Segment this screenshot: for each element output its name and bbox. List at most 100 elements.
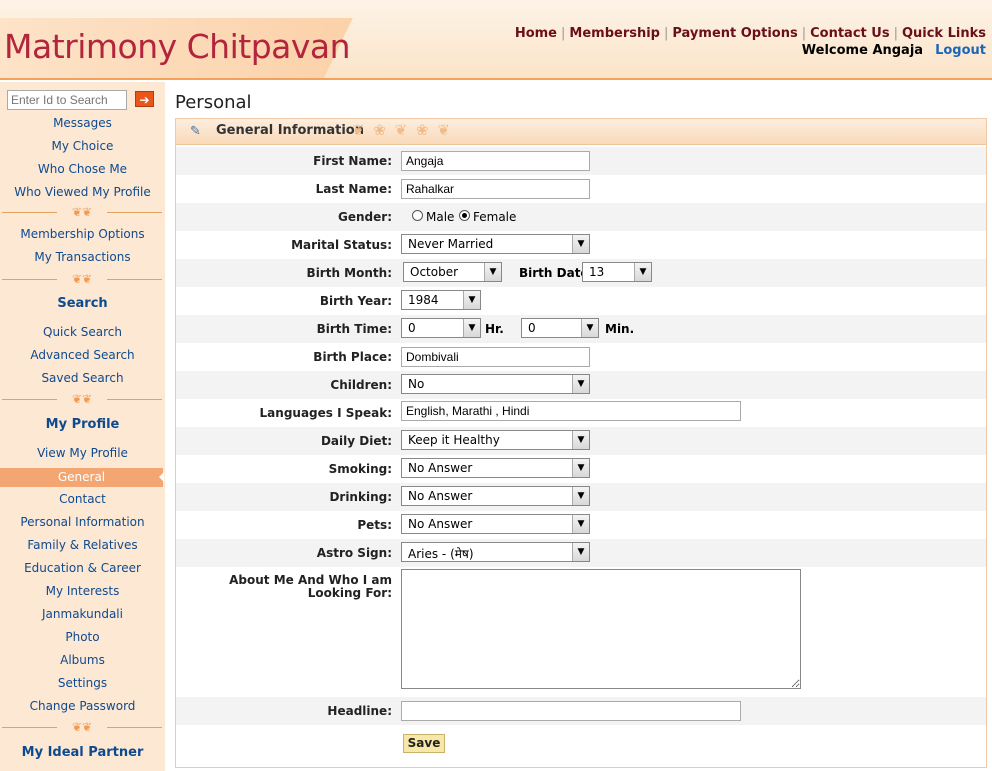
astro-sign-select[interactable]: Aries - (मेष) ▼ <box>401 542 590 562</box>
languages-input[interactable] <box>401 401 741 421</box>
birth-hour-select[interactable]: 0 ▼ <box>401 318 481 338</box>
nav-payment-options[interactable]: Payment Options <box>672 26 797 41</box>
sidebar-item-general[interactable]: General <box>0 468 164 487</box>
languages-label: Languages I Speak: <box>259 406 392 420</box>
drinking-select[interactable]: No Answer ▼ <box>401 486 590 506</box>
marital-status-select[interactable]: Never Married ▼ <box>401 234 590 254</box>
row-birth-time: Birth Time: 0 ▼ Hr. 0 ▼ Min. <box>176 315 986 343</box>
row-drinking: Drinking: No Answer ▼ <box>176 483 986 511</box>
birth-date-select[interactable]: 13 ▼ <box>582 262 652 282</box>
row-gender: Gender: Male Female <box>176 203 986 231</box>
pets-label: Pets: <box>357 518 392 532</box>
nav-home[interactable]: Home <box>515 26 557 41</box>
sidebar-item-personal-information[interactable]: Personal Information <box>0 515 165 529</box>
nav-contact-us[interactable]: Contact Us <box>810 26 889 41</box>
birth-month-label: Birth Month: <box>306 266 392 280</box>
sidebar-item-family-relatives[interactable]: Family & Relatives <box>0 538 165 552</box>
birth-month-select[interactable]: October ▼ <box>403 262 502 282</box>
children-label: Children: <box>330 378 392 392</box>
row-languages: Languages I Speak: <box>176 399 986 427</box>
birth-place-input[interactable] <box>401 347 590 367</box>
chevron-down-icon: ▼ <box>572 515 589 533</box>
sidebar: ➔ Messages My Choice Who Chose Me Who Vi… <box>0 82 165 771</box>
birth-minute-value: 0 <box>528 321 536 335</box>
sidebar-item-my-choice[interactable]: My Choice <box>0 139 165 153</box>
pets-select[interactable]: No Answer ▼ <box>401 514 590 534</box>
chevron-down-icon: ▼ <box>572 235 589 253</box>
birth-hour-value: 0 <box>408 321 416 335</box>
children-value: No <box>408 377 425 391</box>
sidebar-item-photo[interactable]: Photo <box>0 630 165 644</box>
marital-status-value: Never Married <box>408 237 494 251</box>
gender-female-label: Female <box>473 210 517 224</box>
row-about-me: About Me And Who I am Looking For: <box>176 567 986 695</box>
first-name-input[interactable] <box>401 151 590 171</box>
sidebar-item-my-interests[interactable]: My Interests <box>0 584 165 598</box>
sidebar-heading-search: Search <box>57 296 108 311</box>
user-edit-icon: ✎ <box>190 124 201 139</box>
sidebar-item-advanced-search[interactable]: Advanced Search <box>0 348 165 362</box>
smoking-select[interactable]: No Answer ▼ <box>401 458 590 478</box>
daily-diet-value: Keep it Healthy <box>408 433 500 447</box>
save-button[interactable]: Save <box>403 734 445 753</box>
last-name-label: Last Name: <box>315 182 392 196</box>
sidebar-item-education-career[interactable]: Education & Career <box>0 561 165 575</box>
sidebar-item-saved-search[interactable]: Saved Search <box>0 371 165 385</box>
children-select[interactable]: No ▼ <box>401 374 590 394</box>
sidebar-divider: ❦❦ <box>2 272 162 286</box>
sidebar-item-messages[interactable]: Messages <box>0 116 165 130</box>
daily-diet-select[interactable]: Keep it Healthy ▼ <box>401 430 590 450</box>
row-marital-status: Marital Status: Never Married ▼ <box>176 231 986 259</box>
heart-ornament-icon: ❦❦ <box>71 392 93 406</box>
sidebar-item-who-chose-me[interactable]: Who Chose Me <box>0 162 165 176</box>
panel-title: General Information <box>216 123 364 138</box>
drinking-value: No Answer <box>408 489 473 503</box>
sidebar-heading-ideal-partner[interactable]: My Ideal Partner <box>0 745 165 760</box>
sidebar-divider: ❦❦ <box>2 205 162 219</box>
birth-year-value: 1984 <box>408 293 439 307</box>
id-search-input[interactable] <box>7 90 127 110</box>
gender-male-radio[interactable] <box>412 210 423 221</box>
sidebar-item-janmakundali[interactable]: Janmakundali <box>0 607 165 621</box>
row-birth-place: Birth Place: <box>176 343 986 371</box>
site-logo[interactable]: Matrimony Chitpavan <box>4 27 351 66</box>
sidebar-item-settings[interactable]: Settings <box>0 676 165 690</box>
nav-separator: | <box>893 26 898 41</box>
chevron-down-icon: ▼ <box>572 375 589 393</box>
welcome-area: Welcome Angaja Logout <box>802 43 986 58</box>
sidebar-item-my-transactions[interactable]: My Transactions <box>0 250 165 264</box>
top-nav: Home | Membership | Payment Options | Contact … <box>515 26 986 41</box>
pets-value: No Answer <box>408 517 473 531</box>
arrow-right-icon: ➔ <box>139 93 150 107</box>
sidebar-item-view-my-profile[interactable]: View My Profile <box>0 446 165 460</box>
sidebar-item-albums[interactable]: Albums <box>0 653 165 667</box>
row-children: Children: No ▼ <box>176 371 986 399</box>
nav-membership[interactable]: Membership <box>569 26 660 41</box>
sidebar-item-change-password[interactable]: Change Password <box>0 699 165 713</box>
gender-male-label: Male <box>426 210 455 224</box>
heart-ornament-icon: ❦❦ <box>71 272 93 286</box>
nav-separator: | <box>561 26 566 41</box>
sidebar-divider: ❦❦ <box>2 720 162 734</box>
headline-label: Headline: <box>327 704 392 718</box>
gender-female-radio[interactable] <box>459 210 470 221</box>
sidebar-item-membership-options[interactable]: Membership Options <box>0 227 165 241</box>
birth-minute-select[interactable]: 0 ▼ <box>521 318 599 338</box>
search-go-button[interactable]: ➔ <box>135 91 154 107</box>
nav-separator: | <box>801 26 807 41</box>
header: Matrimony Chitpavan Home | Membership | Paym… <box>0 0 992 80</box>
sidebar-item-contact[interactable]: Contact <box>0 492 165 506</box>
birth-year-select[interactable]: 1984 ▼ <box>401 290 481 310</box>
last-name-input[interactable] <box>401 179 590 199</box>
nav-quick-links[interactable]: Quick Links <box>902 26 986 41</box>
sidebar-item-quick-search[interactable]: Quick Search <box>0 325 165 339</box>
about-me-textarea[interactable] <box>401 569 801 689</box>
row-astro-sign: Astro Sign: Aries - (मेष) ▼ <box>176 539 986 567</box>
headline-input[interactable] <box>401 701 741 721</box>
chevron-down-icon: ▼ <box>463 291 480 309</box>
astro-sign-value: Aries - (मेष) <box>408 547 474 561</box>
logout-link[interactable]: Logout <box>935 43 986 58</box>
sidebar-item-who-viewed[interactable]: Who Viewed My Profile <box>0 185 165 199</box>
row-birth-year: Birth Year: 1984 ▼ <box>176 287 986 315</box>
heart-ornament-icon: ❦❦ <box>71 720 93 734</box>
